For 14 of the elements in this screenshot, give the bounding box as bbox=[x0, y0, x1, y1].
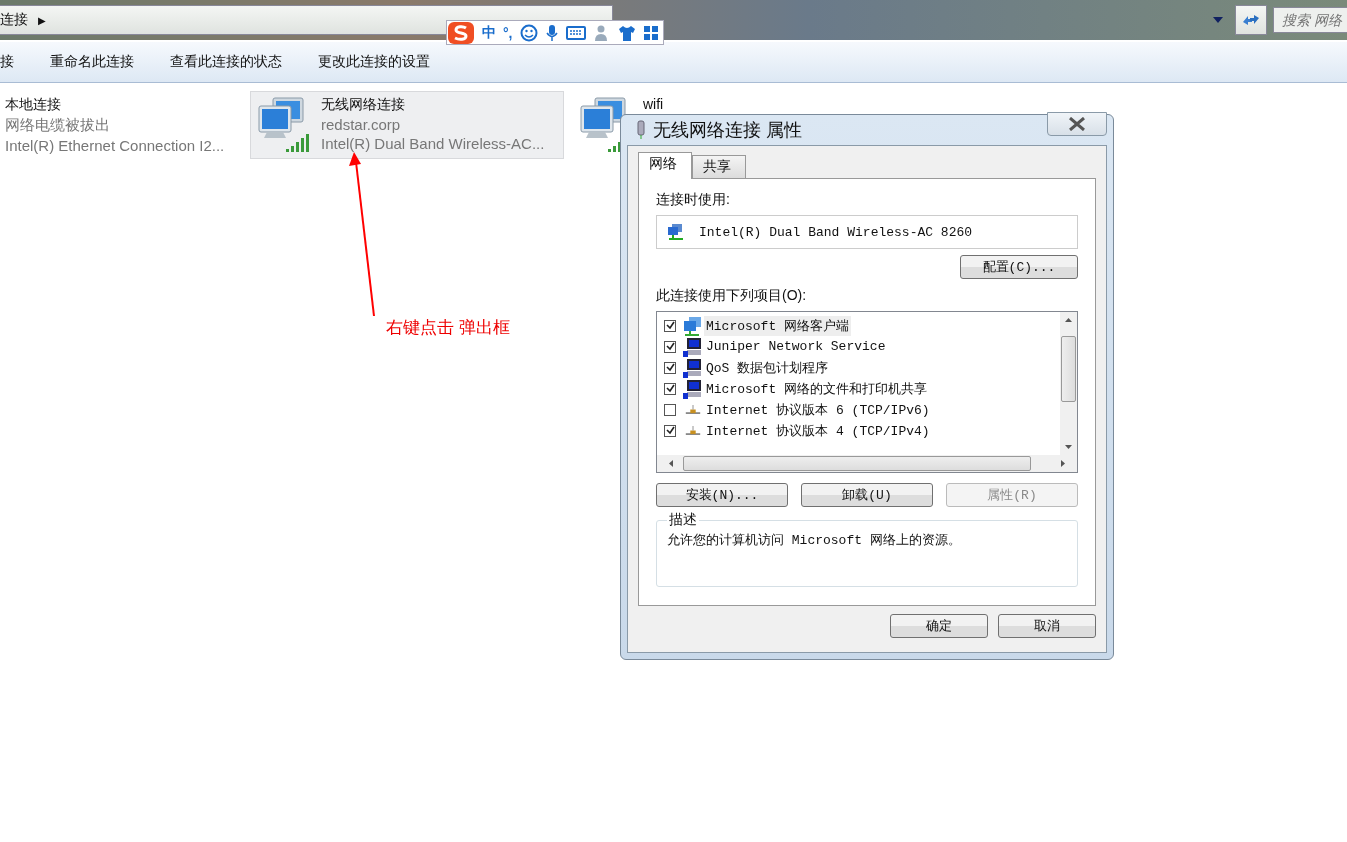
adapter-name: Intel(R) Dual Band Wireless-AC 8260 bbox=[699, 224, 973, 240]
description-legend: 描述 bbox=[667, 511, 699, 529]
items-label: 此连接使用下列项目(O): bbox=[656, 287, 808, 305]
connection-name: 无线网络连接 bbox=[321, 96, 406, 114]
connection-status: 网络电缆被拔出 bbox=[5, 116, 111, 135]
annotation-text: 右键点击 弹出框 bbox=[386, 317, 510, 339]
connection-name: 本地连接 bbox=[5, 96, 62, 114]
dialog-title: 无线网络连接 属性 bbox=[653, 119, 802, 142]
adapter-name: Intel(R) Dual Band Wireless-AC... bbox=[321, 135, 545, 152]
adapter-name: Intel(R) Ethernet Connection I2... bbox=[5, 137, 225, 154]
connect-using-label: 连接时使用: bbox=[656, 191, 731, 209]
connection-status: redstar.corp bbox=[321, 116, 402, 133]
description-text: 允许您的计算机访问 Microsoft 网络上的资源。 bbox=[667, 533, 961, 548]
connection-name: wifi bbox=[643, 96, 664, 112]
